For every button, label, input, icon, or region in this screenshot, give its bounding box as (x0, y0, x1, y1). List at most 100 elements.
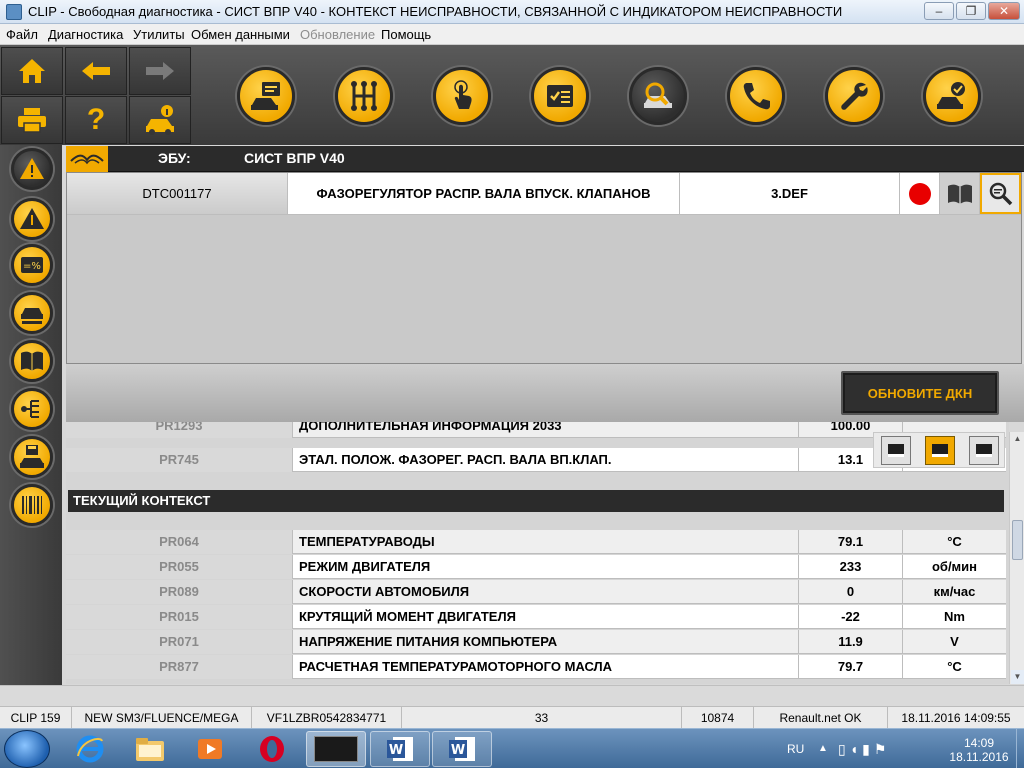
clip-icon (314, 736, 358, 762)
sidebar-item-faults[interactable] (11, 148, 53, 190)
status-network: Renault.net OK (754, 707, 888, 729)
status-vehicle-model: NEW SM3/FLUENCE/MEGA (72, 707, 252, 729)
taskbar-media-player[interactable] (182, 731, 238, 767)
param-id: PR089 (66, 580, 292, 604)
taskbar-explorer[interactable] (122, 731, 178, 767)
touch-button[interactable] (433, 67, 491, 125)
param-value: -22 (798, 605, 902, 629)
phone-support-button[interactable] (727, 67, 785, 125)
menu-utilities[interactable]: Утилиты (133, 27, 185, 42)
param-value: 79.1 (798, 530, 902, 554)
scroll-thumb[interactable] (1012, 520, 1023, 560)
vehicle-id-icon (251, 82, 280, 110)
restore-button[interactable]: ❐ (956, 2, 986, 20)
table-row[interactable]: PR1293 ДОПОЛНИТЕЛЬНАЯ ИНФОРМАЦИЯ 2033 10… (66, 422, 1006, 438)
back-button[interactable] (65, 47, 127, 95)
ecu-name: СИСТ ВПР V40 (244, 150, 345, 166)
vertical-scrollbar[interactable]: ▲ ▼ (1009, 432, 1024, 684)
table-row[interactable]: PR055 РЕЖИМ ДВИГАТЕЛЯ 233 об/мин (66, 555, 1006, 579)
table-row[interactable]: PR064 ТЕМПЕРАТУРАВОДЫ 79.1 °C (66, 530, 1006, 554)
taskbar-opera[interactable] (244, 731, 300, 767)
scroll-up-icon[interactable]: ▲ (1011, 432, 1024, 446)
checklist-icon (547, 85, 573, 107)
param-value: 11.9 (798, 630, 902, 654)
param-name: ТЕМПЕРАТУРАВОДЫ (292, 530, 798, 554)
home-button[interactable] (1, 47, 63, 95)
clock-date[interactable]: 18.11.2016 (944, 737, 1014, 768)
printer-icon (18, 108, 46, 133)
table-row[interactable]: PR071 НАПРЯЖЕНИЕ ПИТАНИЯ КОМПЬЮТЕРА 11.9… (66, 630, 1006, 654)
dtc-type: 3.DEF (680, 173, 900, 214)
table-row[interactable]: PR877 РАСЧЕТНАЯ ТЕМПЕРАТУРАМОТОРНОГО МАС… (66, 655, 1006, 679)
menu-data-exchange[interactable]: Обмен данными (191, 27, 290, 42)
sidebar-item-wiring[interactable] (11, 388, 53, 430)
param-id: PR064 (66, 530, 292, 554)
main-toolbar: ? (0, 45, 1024, 145)
view-mode-2-button[interactable] (925, 436, 955, 465)
wrench-button[interactable] (825, 67, 883, 125)
windows-taskbar: W W RU ▲ ▯◖▮⚑ 14:09 18.11.2016 (0, 728, 1024, 768)
dtc-manual-button[interactable] (940, 173, 980, 214)
dtc-row[interactable]: DTC001177 ФАЗОРЕГУЛЯТОР РАСПР. ВАЛА ВПУС… (67, 173, 1021, 215)
tray-icons[interactable]: ▯◖▮⚑ (838, 729, 908, 768)
view-mode-selector (873, 432, 1005, 468)
menu-update[interactable]: Обновление (300, 27, 375, 42)
vehicle-check-button[interactable] (923, 67, 981, 125)
arrow-right-icon (146, 62, 174, 80)
sidebar-item-barcode[interactable] (11, 484, 53, 526)
taskbar-word-1[interactable]: W (370, 731, 430, 767)
param-unit: Nm (902, 605, 1006, 629)
table-row[interactable]: PR089 СКОРОСТИ АВТОМОБИЛЯ 0 км/час (66, 580, 1006, 604)
explorer-icon (136, 738, 164, 761)
gearbox-button[interactable] (335, 67, 393, 125)
language-indicator[interactable]: RU (787, 729, 804, 768)
svg-text:=%: =% (23, 261, 41, 272)
print-button[interactable] (1, 96, 63, 144)
show-desktop-button[interactable] (1016, 729, 1024, 768)
bottom-gap (0, 685, 1024, 706)
taskbar-clip[interactable] (306, 731, 366, 767)
taskbar-ie[interactable] (62, 731, 118, 767)
view-mode-1-button[interactable] (881, 436, 911, 465)
close-button[interactable]: ✕ (988, 2, 1020, 20)
status-clip-version: CLIP 159 (0, 707, 72, 729)
status-counter: 33 (402, 707, 682, 729)
dtc-status-indicator (900, 173, 940, 214)
start-button[interactable] (4, 730, 50, 768)
view-mode-3-button[interactable] (969, 436, 999, 465)
sidebar-item-info[interactable] (11, 198, 53, 240)
left-sidebar: =% (0, 145, 62, 685)
param-name: РАСЧЕТНАЯ ТЕМПЕРАТУРАМОТОРНОГО МАСЛА (292, 655, 798, 679)
status-code: 10874 (682, 707, 754, 729)
tray-expand-icon[interactable]: ▲ (818, 729, 828, 768)
forward-button[interactable] (129, 47, 191, 95)
title-bar: CLIP - Свободная диагностика - СИСТ ВПР … (0, 0, 1024, 24)
taskbar-word-2[interactable]: W (432, 731, 492, 767)
dtc-details-button[interactable] (980, 173, 1021, 214)
vehicle-id-button[interactable] (237, 67, 295, 125)
scroll-down-icon[interactable]: ▼ (1011, 670, 1024, 684)
info-warning-icon (20, 208, 44, 229)
refresh-dtc-button[interactable]: ОБНОВИТЕ ДКН (841, 371, 999, 415)
vehicle-info-button[interactable] (129, 96, 191, 144)
help-button[interactable]: ? (65, 96, 127, 144)
menu-help[interactable]: Помощь (381, 27, 431, 42)
table-row[interactable]: PR745 ЭТАЛ. ПОЛОЖ. ФАЗОРЕГ. РАСП. ВАЛА В… (66, 448, 1006, 472)
magnifier-icon (989, 182, 1012, 205)
param-name: ЭТАЛ. ПОЛОЖ. ФАЗОРЕГ. РАСП. ВАЛА ВП.КЛАП… (292, 448, 798, 472)
sidebar-item-manual[interactable] (11, 340, 53, 382)
param-unit: °C (902, 530, 1006, 554)
vehicle-info-icon (146, 105, 174, 135)
dtc-panel: DTC001177 ФАЗОРЕГУЛЯТОР РАСПР. ВАЛА ВПУС… (66, 172, 1022, 364)
menu-diagnostics[interactable]: Диагностика (48, 27, 123, 42)
param-id: PR745 (66, 448, 292, 472)
minimize-button[interactable]: – (924, 2, 954, 20)
checklist-button[interactable] (531, 67, 589, 125)
sidebar-item-vehicle-status[interactable] (11, 292, 53, 334)
table-row[interactable]: PR015 КРУТЯЩИЙ МОМЕНТ ДВИГАТЕЛЯ -22 Nm (66, 605, 1006, 629)
fault-search-button[interactable] (629, 67, 687, 125)
sidebar-item-save-vehicle[interactable] (11, 436, 53, 478)
status-bar: CLIP 159 NEW SM3/FLUENCE/MEGA VF1LZBR054… (0, 706, 1024, 729)
menu-file[interactable]: Файл (6, 27, 38, 42)
sidebar-item-parameters[interactable]: =% (11, 244, 53, 286)
